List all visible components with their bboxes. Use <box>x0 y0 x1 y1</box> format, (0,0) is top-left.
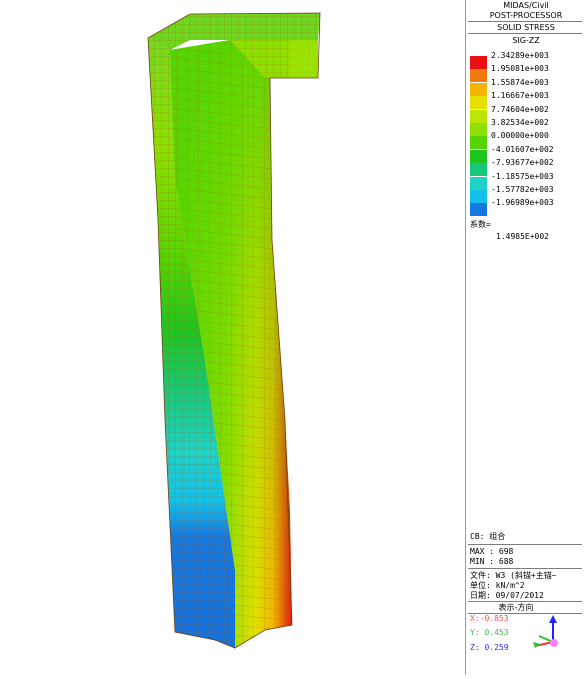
legend-swatch <box>470 190 487 203</box>
view-dir-z: Z: 0.259 <box>470 643 509 652</box>
legend-level: -1.96989e+003 <box>491 198 554 208</box>
stress-contour-model <box>147 12 321 649</box>
legend-swatch <box>470 163 487 177</box>
legend-swatch <box>470 149 487 163</box>
legend-level: -4.01607e+002 <box>491 144 554 154</box>
legend-level: 1.95081e+003 <box>491 64 549 74</box>
legend-level: 3.82534e+002 <box>491 118 549 127</box>
legend-level: -7.93677e+002 <box>491 158 554 168</box>
legend-swatch <box>470 176 487 190</box>
load-combination: CB: 组合 <box>470 532 506 541</box>
legend-swatch <box>470 109 487 123</box>
legend-level: 1.55874e+003 <box>491 77 549 87</box>
legend-swatch <box>470 82 487 96</box>
legend-swatch <box>470 203 487 217</box>
legend-level: 2.34289e+003 <box>491 51 549 60</box>
legend-swatch <box>470 123 487 136</box>
module-name: POST-PROCESSOR <box>489 11 563 20</box>
view-dir-x: X:-0.853 <box>470 614 509 623</box>
max-element: MAX : 698 <box>470 547 514 556</box>
legend-level: -1.18575e+003 <box>491 171 554 181</box>
result-type: SOLID STRESS <box>497 23 555 32</box>
date-label: 日期: 09/07/2012 <box>470 591 544 600</box>
legend-level: 0.00000e+000 <box>491 131 549 141</box>
legend-swatch <box>470 136 487 150</box>
legend-row: -1.96989e+003 <box>470 198 584 217</box>
axis-triad-icon <box>533 615 558 648</box>
legend-level: 7.74604e+002 <box>491 104 549 114</box>
min-element: MIN : 688 <box>470 557 514 566</box>
stress-component: SIG-ZZ <box>512 36 540 45</box>
legend-level: -1.57782e+003 <box>491 185 554 194</box>
view-direction-label: 表示-方向 <box>498 603 534 612</box>
legend-panel: MIDAS/Civil POST-PROCESSOR SOLID STRESS … <box>465 0 585 675</box>
legend-swatch <box>470 96 487 110</box>
legend-swatch <box>470 56 487 69</box>
view-dir-y: Y: 0.453 <box>470 628 509 637</box>
factor-label: 系数= <box>470 220 491 229</box>
legend-level: 1.16667e+003 <box>491 91 549 101</box>
model-viewport[interactable] <box>0 0 465 675</box>
app-name: MIDAS/Civil <box>503 1 549 10</box>
factor-value: 1.4985E+002 <box>496 232 549 241</box>
legend-swatch <box>470 69 487 83</box>
